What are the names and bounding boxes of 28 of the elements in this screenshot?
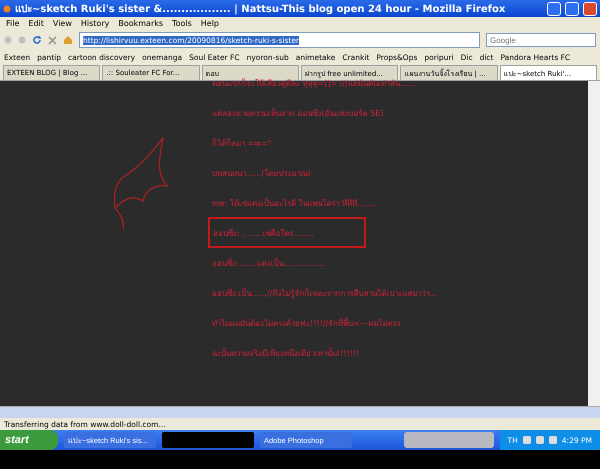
menu-item[interactable]: View	[52, 18, 72, 28]
home-icon[interactable]	[63, 35, 73, 45]
menu-item[interactable]: Bookmarks	[118, 18, 164, 28]
post-text: แต่ลองถามความเห็นจาก ออนซึ่ง(อันแห่งบอร์ด SE)	[212, 107, 384, 120]
post-text: ออนซึ่ง:.......แต่งเป็น................	[212, 257, 324, 270]
post-text: ออนซึ่ง: ........เซ่คือใคร........	[208, 217, 366, 248]
vertical-scrollbar[interactable]	[588, 81, 600, 406]
post-text: ตอนแรกก็จะให้เสียงดูดีละ หุหุหุ=[]= ///แต่มันดันเท่าสัน......	[212, 78, 416, 90]
menu-item[interactable]: File	[6, 18, 20, 28]
menu-item[interactable]: Tools	[172, 18, 192, 28]
menu-item[interactable]: History	[80, 18, 110, 28]
post-text: ฉะนั้นความจริงมีเพียงหนึ่งเดียวเท่านั้น!!!!!!!	[212, 347, 360, 360]
horizontal-scrollbar[interactable]	[0, 406, 600, 418]
close-button[interactable]	[583, 2, 597, 16]
post-text: บทสนทนา......(โดยประมาณ)	[212, 168, 310, 180]
menu-item[interactable]: Help	[200, 18, 220, 28]
window-title: แปะ~sketch Ruki's sister &.................. | Nattsu-This blog open 24 hour - Mozilla Firefox	[15, 3, 506, 16]
post-text: me: ให้เซ่แต่งเป็นอะไรดี ในแพนโดร่า หึหึหึ........	[212, 197, 378, 210]
menu-item[interactable]: Edit	[28, 18, 44, 28]
minimize-button[interactable]	[547, 2, 561, 16]
reload-icon[interactable]	[32, 35, 42, 45]
stop-icon[interactable]	[48, 36, 57, 44]
post-text: ก็ได้ก็ลมา =w="	[212, 137, 272, 150]
post-text: ออนซึ่ง:เป็น......//ถึงไม่รู้จักก็เหอะจากการสืบสวนได้เบาะแสมาว่า...	[212, 287, 437, 300]
search-field[interactable]: Google	[486, 33, 596, 47]
maximize-button[interactable]	[565, 2, 579, 16]
post-text: ทำไมผมมันต้องไม่ตรงด้วยฟะ!!!!//จักที่พื้น<---ผมไม่ตรง	[212, 317, 401, 330]
start-button[interactable]: start	[0, 430, 58, 450]
